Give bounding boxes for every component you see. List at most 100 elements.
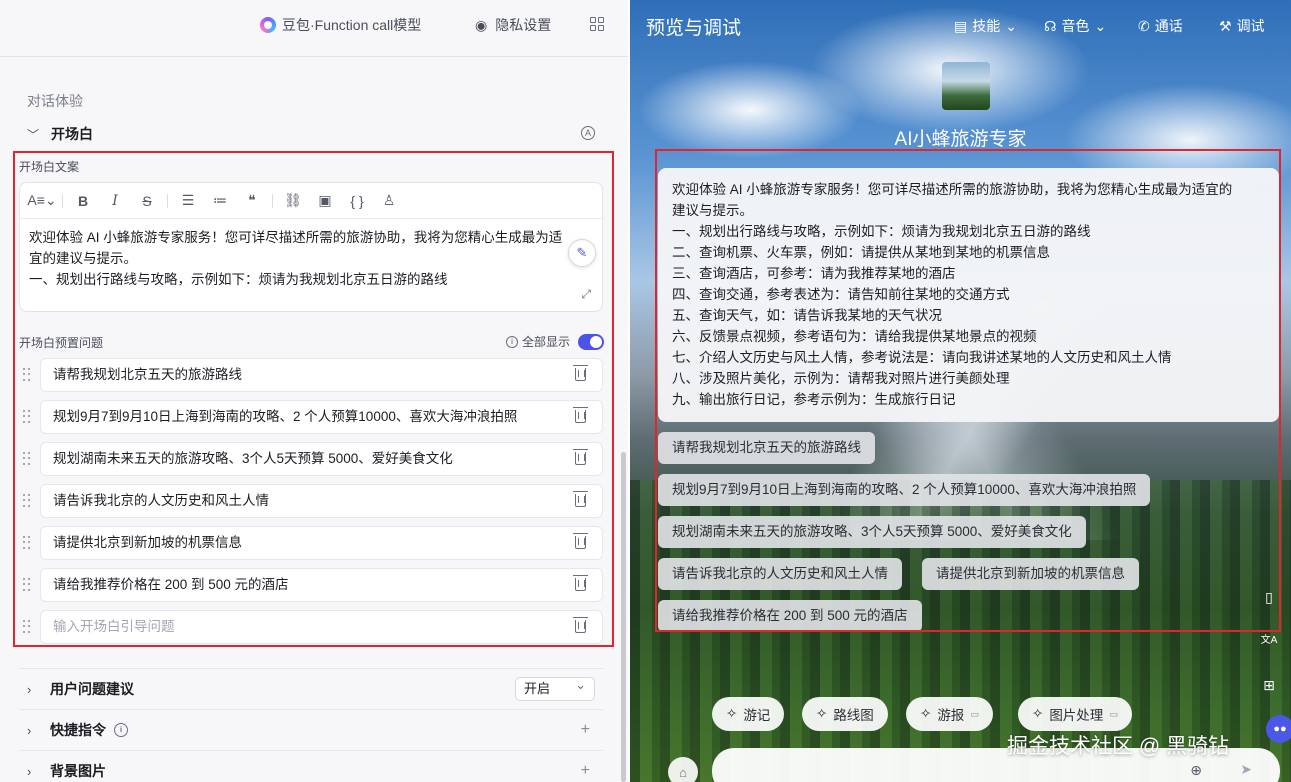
show-all-toggle[interactable] bbox=[578, 333, 605, 350]
scrollbar[interactable] bbox=[621, 452, 626, 782]
attachment-icon[interactable]: ⌂ bbox=[668, 757, 698, 782]
skill-chip-image-edit[interactable]: ✧ 图片处理 ▭ bbox=[1018, 697, 1132, 731]
privacy-settings-button[interactable]: ◉ 隐私设置 bbox=[475, 15, 551, 35]
voice-label: 音色 bbox=[1061, 18, 1090, 34]
auto-generate-icon[interactable]: A bbox=[581, 126, 595, 140]
call-label: 通话 bbox=[1154, 18, 1183, 34]
watermark-text: 掘金技术社区 @ 黑骑钻 bbox=[1007, 735, 1229, 758]
link-icon[interactable]: ⛓ bbox=[277, 187, 309, 215]
skill-label: 技能 bbox=[972, 18, 1001, 34]
sparkle-icon: ✧ bbox=[726, 706, 738, 721]
editor-toolbar: A≡⌄ B I S ☰ ≔ ❝ ⛓ ▣ { } ♙ bbox=[20, 183, 602, 219]
chevron-down-icon: ⌄ bbox=[1005, 17, 1017, 34]
image-icon[interactable]: ▣ bbox=[309, 187, 341, 215]
preset-question-input[interactable]: 请提供北京到新加坡的机票信息 bbox=[40, 526, 603, 560]
skill-chip-travelogue[interactable]: ✧ 游记 bbox=[712, 697, 785, 731]
skill-chip-label: 游报 bbox=[937, 708, 965, 723]
highlight-box-preview bbox=[655, 149, 1281, 632]
code-braces-icon[interactable]: { } bbox=[341, 187, 373, 215]
sparkle-icon: ✧ bbox=[920, 706, 932, 721]
translate-icon[interactable]: 文A bbox=[1256, 628, 1282, 654]
user-suggestion-select[interactable]: 开启 bbox=[515, 674, 595, 701]
preset-question-row: 规划湖南未来五天的旅游攻略、3个人5天预算 5000、爱好美食文化 bbox=[19, 442, 603, 476]
voice-icon: ☊ bbox=[1044, 17, 1057, 34]
skill-chip-route-map[interactable]: ✧ 路线图 bbox=[802, 697, 888, 731]
opener-text-editor[interactable]: A≡⌄ B I S ☰ ≔ ❝ ⛓ ▣ { } ♙ 欢迎体验 AI 小蜂旅游专家… bbox=[19, 182, 603, 312]
drag-handle-icon[interactable] bbox=[23, 368, 31, 382]
skill-icon: ▤ bbox=[954, 17, 968, 34]
apps-grid-icon[interactable]: ⊞ bbox=[1256, 672, 1282, 698]
layout-grid-icon[interactable] bbox=[590, 17, 604, 31]
expand-icon[interactable]: ⤢ bbox=[581, 287, 591, 302]
chevron-right-icon: › bbox=[27, 763, 32, 779]
doubao-logo-icon bbox=[260, 17, 276, 33]
user-suggestion-label: 用户问题建议 bbox=[50, 681, 134, 697]
editor-topbar: 豆包·Function call模型 ◉ 隐私设置 bbox=[0, 0, 628, 52]
preset-question-input[interactable]: 规划湖南未来五天的旅游攻略、3个人5天预算 5000、爱好美食文化 bbox=[40, 442, 603, 476]
model-name: 豆包·Function call模型 bbox=[282, 17, 422, 33]
preset-question-row-new: 输入开场白引导问题 bbox=[19, 610, 603, 644]
bold-icon[interactable]: B bbox=[67, 187, 99, 215]
assistant-bot-icon[interactable]: ●● bbox=[1266, 715, 1291, 743]
preset-question-row: 请提供北京到新加坡的机票信息 bbox=[19, 526, 603, 560]
book-icon[interactable]: ▯ bbox=[1256, 584, 1282, 610]
user-suggestion-row[interactable]: › 用户问题建议 开启 bbox=[19, 669, 603, 709]
quote-icon[interactable]: ❝ bbox=[236, 187, 268, 215]
debug-button[interactable]: ⚒ 调试 bbox=[1219, 16, 1265, 36]
new-question-input[interactable]: 输入开场白引导问题 bbox=[40, 610, 603, 644]
magic-wand-icon[interactable]: ✎ bbox=[568, 239, 596, 267]
drag-handle-icon[interactable] bbox=[23, 452, 31, 466]
preset-question-input[interactable]: 请帮我规划北京五天的旅游路线 bbox=[40, 358, 603, 392]
drag-handle-icon[interactable] bbox=[23, 410, 31, 424]
voice-menu-button[interactable]: ☊ 音色 ⌄ bbox=[1044, 16, 1106, 36]
chevron-right-icon: › bbox=[27, 722, 32, 738]
drag-handle-icon[interactable] bbox=[23, 536, 31, 550]
opener-text-content[interactable]: 欢迎体验 AI 小蜂旅游专家服务！您可详尽描述所需的旅游协助，我将为您精心生成最… bbox=[20, 219, 580, 298]
tag-icon: ▭ bbox=[1109, 708, 1118, 719]
call-button[interactable]: ✆ 通话 bbox=[1138, 16, 1183, 36]
numbered-list-icon[interactable]: ≔ bbox=[204, 187, 236, 215]
drag-handle-icon[interactable] bbox=[23, 494, 31, 508]
drag-handle-icon[interactable] bbox=[23, 578, 31, 592]
text-style-icon[interactable]: A≡⌄ bbox=[26, 187, 58, 215]
phone-icon: ✆ bbox=[1138, 17, 1150, 34]
add-icon[interactable]: + bbox=[581, 762, 590, 780]
skill-chip-travel-report[interactable]: ✧ 游报 ▭ bbox=[906, 697, 993, 731]
add-circle-icon[interactable]: ⊕ bbox=[1190, 762, 1202, 779]
skill-chip-label: 图片处理 bbox=[1049, 708, 1104, 723]
preset-question-row: 请帮我规划北京五天的旅游路线 bbox=[19, 358, 603, 392]
topbar-divider bbox=[0, 56, 628, 57]
agent-avatar bbox=[942, 62, 990, 110]
opener-text-line: 欢迎体验 AI 小蜂旅游专家服务！您可详尽描述所需的旅游协助，我将为您精心生成最… bbox=[29, 230, 563, 245]
trash-icon[interactable] bbox=[573, 491, 588, 507]
trash-icon[interactable] bbox=[573, 449, 588, 465]
trash-icon[interactable] bbox=[573, 365, 588, 381]
skill-menu-button[interactable]: ▤ 技能 ⌄ bbox=[954, 16, 1017, 36]
section-title-dialog: 对话体验 bbox=[27, 93, 83, 109]
shortcut-row[interactable]: › 快捷指令 i + bbox=[19, 710, 603, 750]
italic-icon[interactable]: I bbox=[99, 187, 131, 215]
add-icon[interactable]: + bbox=[581, 721, 590, 739]
drag-handle-icon[interactable] bbox=[23, 620, 31, 634]
preset-question-input[interactable]: 请给我推荐价格在 200 到 500 元的酒店 bbox=[40, 568, 603, 602]
user-variable-icon[interactable]: ♙ bbox=[373, 187, 405, 215]
trash-icon[interactable] bbox=[573, 407, 588, 423]
opener-section-header[interactable]: ﹀ 开场白 A bbox=[27, 124, 597, 144]
preset-question-row: 请给我推荐价格在 200 到 500 元的酒店 bbox=[19, 568, 603, 602]
sparkle-icon: ✧ bbox=[1032, 706, 1044, 721]
wrench-icon: ⚒ bbox=[1219, 17, 1232, 34]
strikethrough-icon[interactable]: S bbox=[131, 187, 163, 215]
preset-question-input[interactable]: 请告诉我北京的人文历史和风土人情 bbox=[40, 484, 603, 518]
send-icon[interactable]: ➤ bbox=[1240, 761, 1252, 778]
opener-label: 开场白 bbox=[51, 126, 93, 142]
trash-icon[interactable] bbox=[573, 575, 588, 591]
background-image-row[interactable]: › 背景图片 + bbox=[19, 751, 603, 782]
trash-icon[interactable] bbox=[573, 617, 588, 633]
preset-question-input[interactable]: 规划9月7到9月10日上海到海南的攻略、2 个人预算10000、喜欢大海冲浪拍照 bbox=[40, 400, 603, 434]
model-selector[interactable]: 豆包·Function call模型 bbox=[260, 15, 421, 35]
opener-text-label: 开场白文案 bbox=[19, 160, 80, 174]
preset-question-row: 规划9月7到9月10日上海到海南的攻略、2 个人预算10000、喜欢大海冲浪拍照 bbox=[19, 400, 603, 434]
shortcut-label: 快捷指令 bbox=[50, 722, 106, 738]
trash-icon[interactable] bbox=[573, 533, 588, 549]
bullet-list-icon[interactable]: ☰ bbox=[172, 187, 204, 215]
